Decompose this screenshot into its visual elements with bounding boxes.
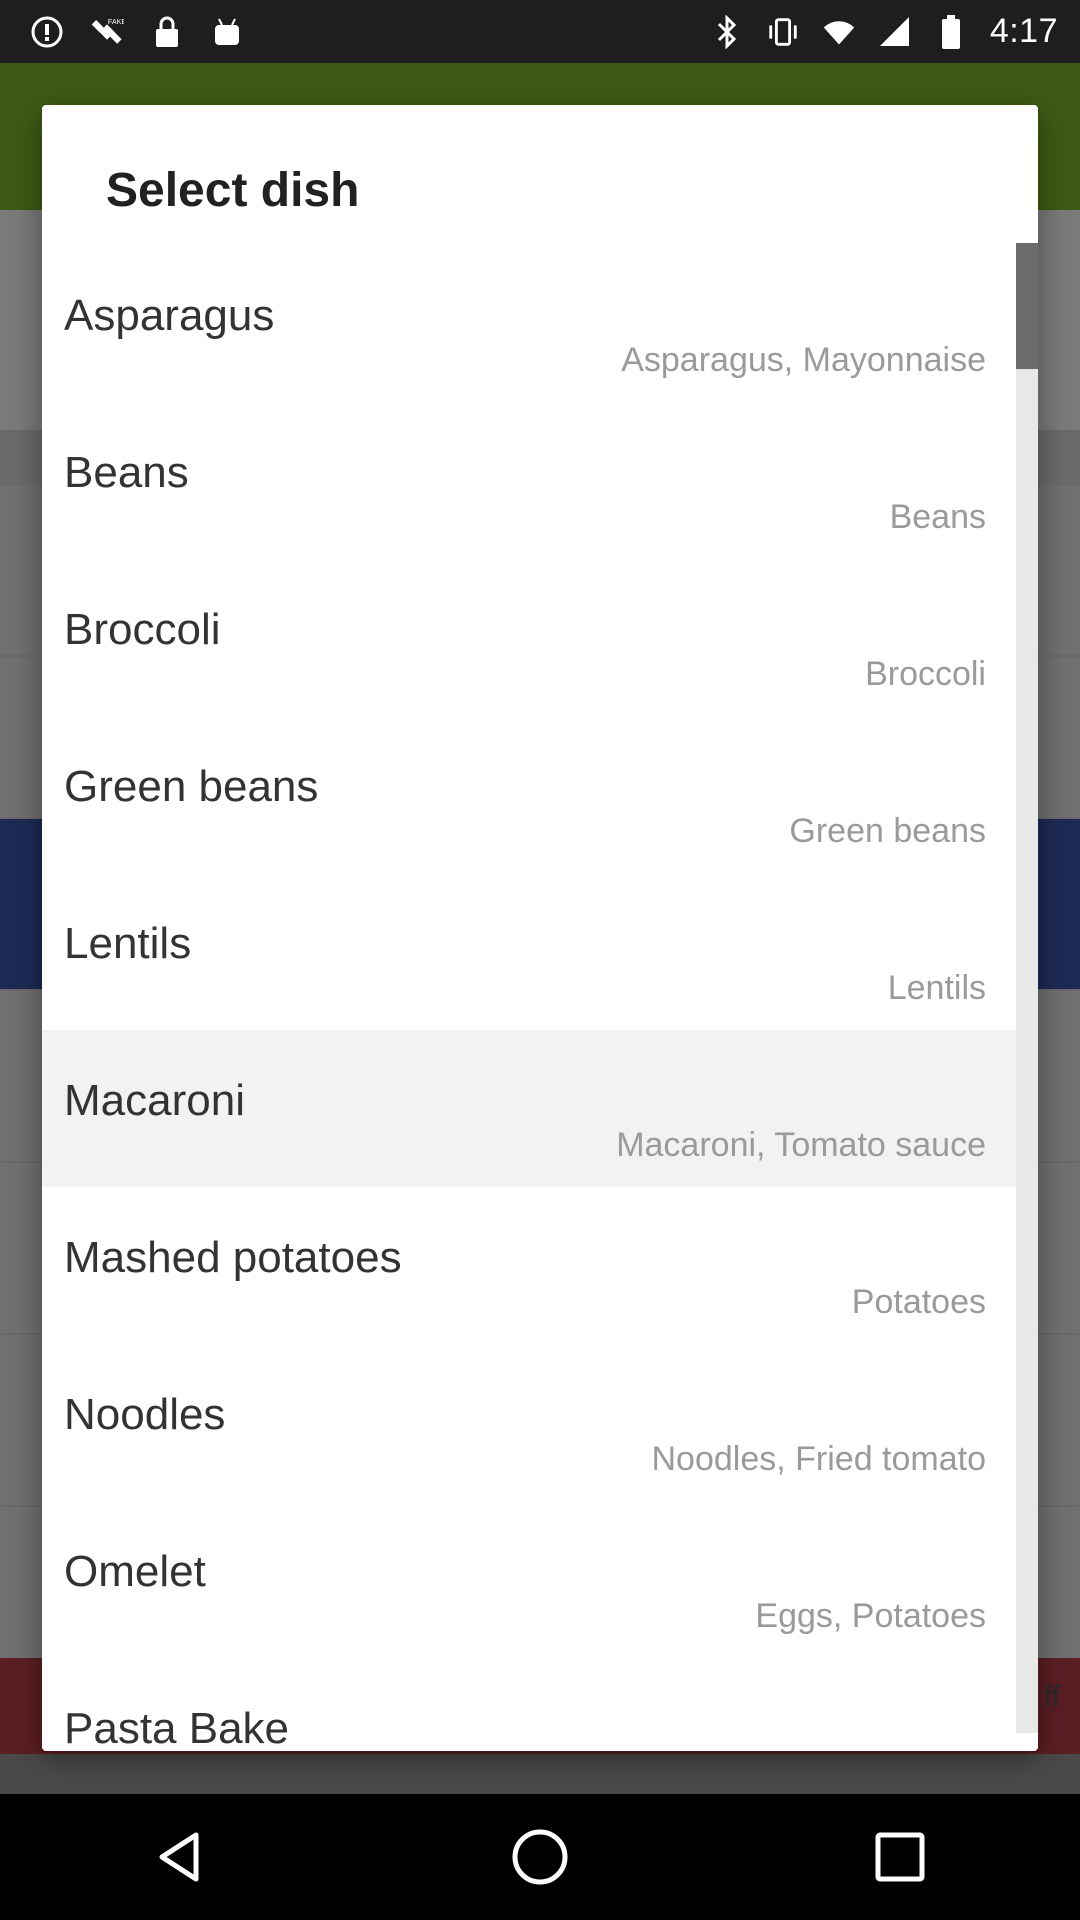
dish-ingredients: Noodles, Fried tomato xyxy=(651,1440,987,1478)
list-item[interactable]: Pasta Bake xyxy=(42,1658,1018,1751)
dish-ingredients: Beans xyxy=(889,498,986,536)
dish-ingredients: Broccoli xyxy=(865,655,986,693)
list-item[interactable]: Green beans Green beans xyxy=(42,716,1018,873)
dish-ingredients: Lentils xyxy=(887,969,986,1007)
dish-name: Mashed potatoes xyxy=(64,1233,402,1282)
battery-icon xyxy=(934,14,968,49)
list-item[interactable]: Noodles Noodles, Fried tomato xyxy=(42,1344,1018,1501)
list-item[interactable]: Broccoli Broccoli xyxy=(42,559,1018,716)
select-dish-dialog: Select dish Asparagus Asparagus, Mayonna… xyxy=(42,105,1038,1751)
navigation-bar xyxy=(0,1794,1080,1920)
list-item[interactable]: Beans Beans xyxy=(42,402,1018,559)
list-item[interactable]: Mashed potatoes Potatoes xyxy=(42,1187,1018,1344)
dish-list[interactable]: Asparagus Asparagus, Mayonnaise Beans Be… xyxy=(42,245,1038,1751)
clock: 4:17 xyxy=(989,12,1058,50)
cellular-icon xyxy=(878,15,912,49)
dish-name: Asparagus xyxy=(64,291,275,340)
dish-name: Macaroni xyxy=(64,1076,245,1125)
dish-name: Pasta Bake xyxy=(64,1704,290,1751)
dish-ingredients: Green beans xyxy=(789,812,986,850)
fake-gps-icon: FAKE xyxy=(90,15,124,49)
status-icons-right: 4:17 xyxy=(710,12,1080,51)
bluetooth-icon xyxy=(710,14,744,49)
dish-ingredients: Potatoes xyxy=(851,1283,986,1321)
list-item[interactable]: Lentils Lentils xyxy=(42,873,1018,1030)
dish-ingredients: Macaroni, Tomato sauce xyxy=(616,1126,986,1164)
android-icon xyxy=(210,15,244,49)
status-bar: FAKE 4:17 xyxy=(0,0,1080,63)
recents-icon xyxy=(875,1832,925,1882)
scrollbar-track[interactable] xyxy=(1016,243,1038,1733)
dialog-title: Select dish xyxy=(106,164,360,217)
list-item-selected[interactable]: Macaroni Macaroni, Tomato sauce xyxy=(42,1030,1018,1187)
back-icon xyxy=(159,1832,199,1882)
list-item[interactable]: Asparagus Asparagus, Mayonnaise xyxy=(42,245,1018,402)
scrollbar-thumb[interactable] xyxy=(1016,243,1038,369)
recents-button[interactable] xyxy=(855,1812,945,1902)
wifi-icon xyxy=(822,15,856,49)
home-button[interactable] xyxy=(495,1812,585,1902)
ad-strip xyxy=(0,1754,1080,1794)
background-partial-text: ff xyxy=(1043,1680,1060,1713)
list-item[interactable]: Omelet Eggs, Potatoes xyxy=(42,1501,1018,1658)
dish-ingredients: Eggs, Potatoes xyxy=(755,1597,986,1635)
dish-name: Green beans xyxy=(64,762,319,811)
vibrate-icon xyxy=(766,15,800,49)
svg-text:FAKE: FAKE xyxy=(108,17,124,25)
alert-circle-icon xyxy=(30,15,64,49)
back-button[interactable] xyxy=(135,1812,225,1902)
lock-icon xyxy=(150,15,184,49)
dish-name: Broccoli xyxy=(64,605,221,654)
dish-name: Noodles xyxy=(64,1390,226,1439)
dish-ingredients: Asparagus, Mayonnaise xyxy=(621,341,986,379)
dish-name: Omelet xyxy=(64,1547,206,1596)
dish-name: Beans xyxy=(64,448,189,497)
home-icon xyxy=(512,1829,568,1885)
dish-name: Lentils xyxy=(64,919,192,968)
status-icons-left: FAKE xyxy=(0,15,244,49)
